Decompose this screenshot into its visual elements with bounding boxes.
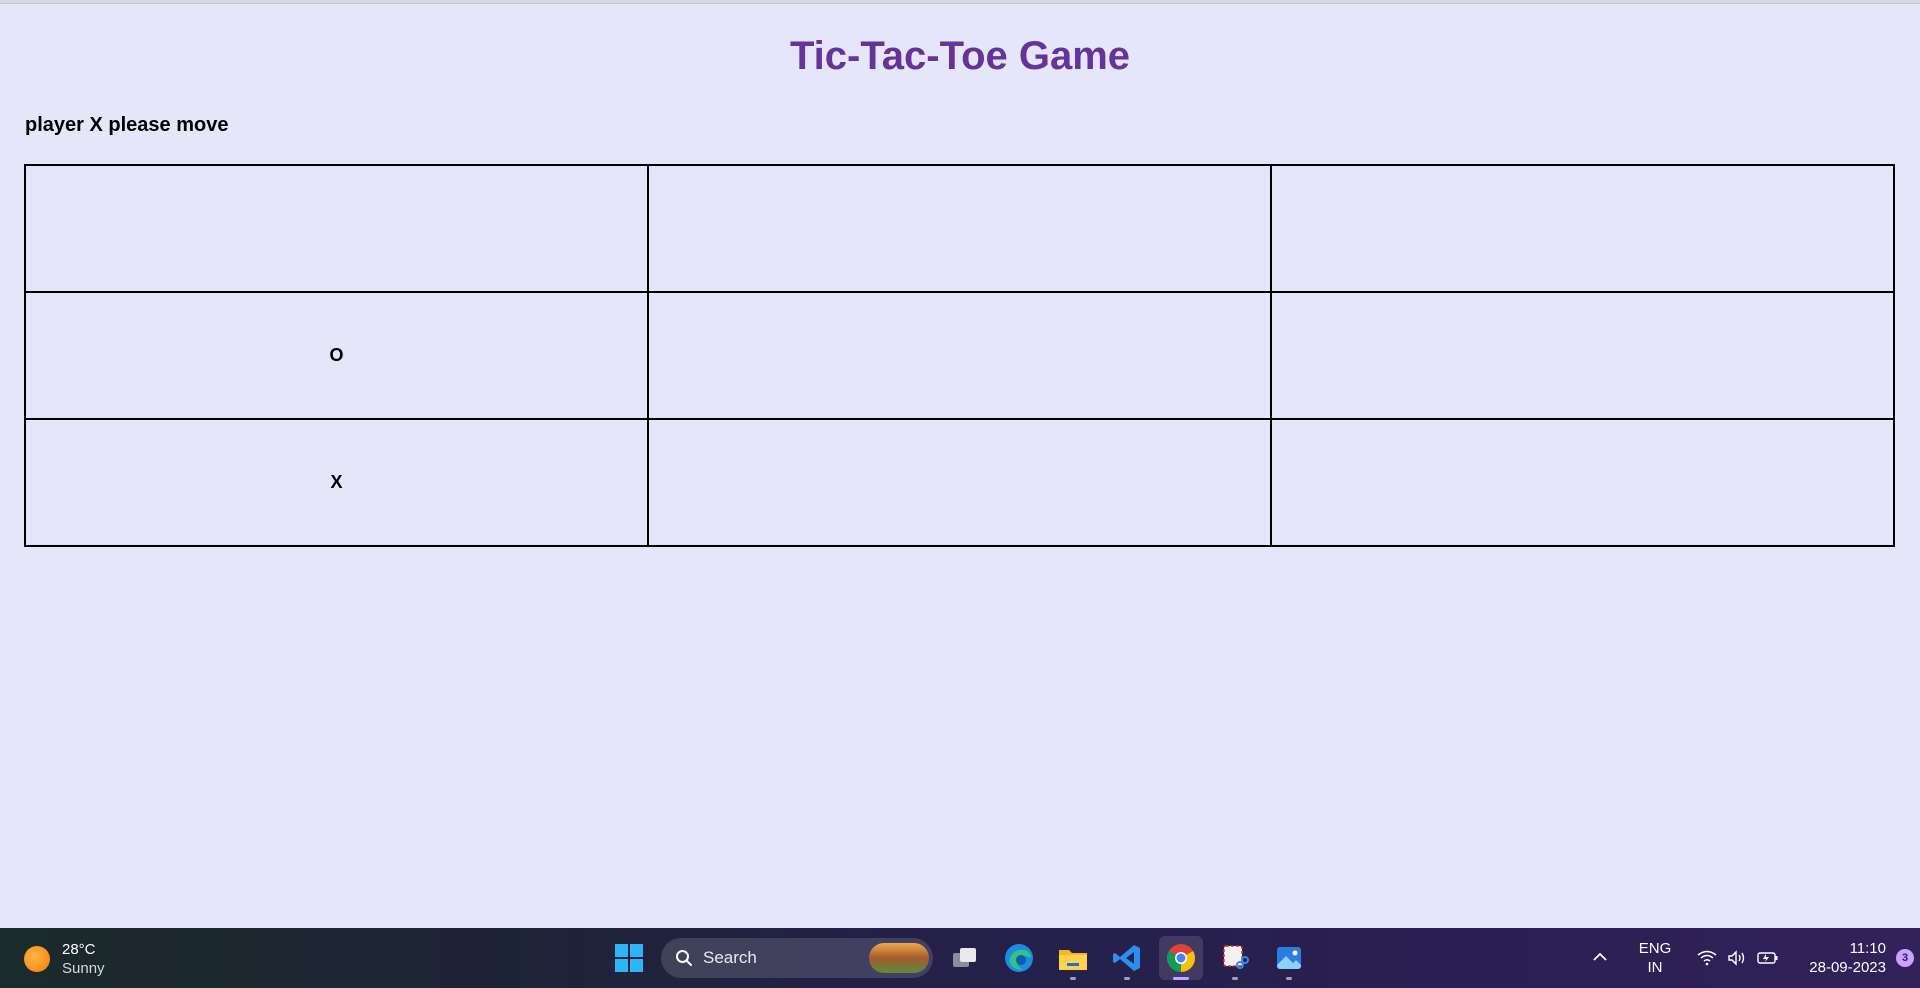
- chrome-button[interactable]: [1159, 936, 1203, 980]
- taskbar-search-box[interactable]: Search: [661, 938, 933, 978]
- edge-browser-icon: [1005, 944, 1033, 972]
- board-row: X: [24, 418, 1895, 547]
- chrome-icon: [1167, 944, 1195, 972]
- board-cell-3-2[interactable]: [647, 418, 1272, 547]
- photos-button[interactable]: [1267, 936, 1311, 980]
- quick-settings[interactable]: [1697, 950, 1779, 966]
- board-cell-2-1[interactable]: O: [24, 291, 649, 420]
- windows-start-button[interactable]: [607, 936, 651, 980]
- language-indicator[interactable]: ENG IN: [1635, 939, 1675, 977]
- board-cell-2-2[interactable]: [647, 291, 1272, 420]
- weather-widget[interactable]: 28°C Sunny: [24, 940, 105, 978]
- board-row: O: [24, 291, 1895, 420]
- photos-icon: [1277, 947, 1301, 969]
- notification-badge[interactable]: 3: [1896, 949, 1914, 967]
- turn-status: player X please move: [25, 114, 229, 136]
- file-explorer-button[interactable]: [1051, 936, 1095, 980]
- edge-button[interactable]: [997, 936, 1041, 980]
- board-cell-1-1[interactable]: [24, 164, 649, 293]
- windows-start-icon: [615, 944, 643, 972]
- folder-icon: [1059, 950, 1087, 970]
- vscode-button[interactable]: [1105, 936, 1149, 980]
- game-page: Tic-Tac-Toe Game player X please move O …: [0, 4, 1920, 928]
- weather-condition: Sunny: [62, 960, 105, 977]
- board-cell-3-1[interactable]: X: [24, 418, 649, 547]
- wifi-icon: [1697, 950, 1717, 966]
- taskbar: 28°C Sunny Search ENG IN 11:10 28-09-202…: [0, 928, 1920, 988]
- sun-icon: [24, 946, 50, 972]
- clock[interactable]: 11:10 28-09-2023: [1801, 939, 1886, 977]
- snipping-tool-button[interactable]: [1213, 936, 1257, 980]
- game-board: O X: [24, 164, 1895, 547]
- board-cell-1-2[interactable]: [647, 164, 1272, 293]
- snipping-tool-icon: [1223, 945, 1249, 969]
- search-label: Search: [703, 948, 757, 967]
- task-view-button[interactable]: [943, 936, 987, 980]
- weather-temperature: 28°C: [62, 941, 96, 958]
- clock-time: 11:10: [1849, 940, 1886, 957]
- chevron-up-icon[interactable]: [1585, 949, 1615, 967]
- board-cell-3-3[interactable]: [1270, 418, 1895, 547]
- search-highlight-image: [869, 943, 929, 973]
- language-code: ENG: [1638, 940, 1672, 957]
- taskbar-apps: Search: [607, 936, 1311, 980]
- system-tray: ENG IN 11:10 28-09-2023 3: [1585, 928, 1914, 988]
- region-code: IN: [1647, 959, 1663, 976]
- board-row: [24, 164, 1895, 293]
- page-title: Tic-Tac-Toe Game: [789, 34, 1131, 78]
- clock-date: 28-09-2023: [1809, 959, 1886, 976]
- battery-icon: [1757, 952, 1778, 964]
- board-cell-1-3[interactable]: [1270, 164, 1895, 293]
- weather-text: 28°C Sunny: [62, 940, 105, 978]
- search-icon: [676, 950, 692, 966]
- volume-icon: [1728, 950, 1745, 966]
- vscode-icon: [1113, 945, 1140, 971]
- task-view-icon: [953, 948, 976, 967]
- board-cell-2-3[interactable]: [1270, 291, 1895, 420]
